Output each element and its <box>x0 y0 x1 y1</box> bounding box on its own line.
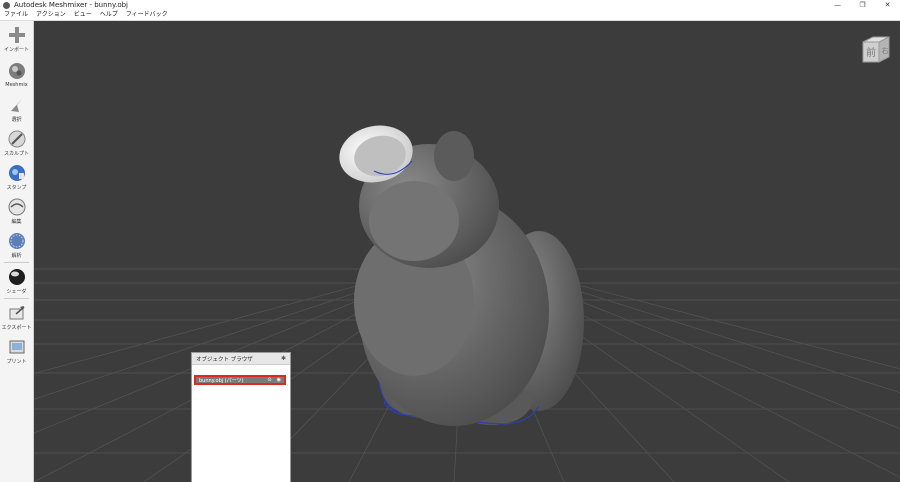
menu-help[interactable]: ヘルプ <box>96 10 122 20</box>
tool-select[interactable]: 選択 <box>0 93 33 127</box>
close-icon[interactable]: ✱ <box>281 355 286 362</box>
menu-bar: ファイル アクション ビュー ヘルプ フィードバック <box>0 10 900 21</box>
object-browser-title: オブジェクト ブラウザ <box>196 356 253 363</box>
tool-print-label: プリント <box>6 359 27 365</box>
left-toolbar: インポート Meshmix 選択 スカルプト スタンプ 編集 解析 シェーダ エ… <box>0 21 34 482</box>
view-cube-front-label: 前 <box>866 46 876 59</box>
object-list-item-bunny[interactable]: bunny.obj (パーツ) ⊙ ◉ <box>194 375 286 385</box>
analysis-icon <box>8 233 25 249</box>
tool-export[interactable]: エクスポート <box>0 301 33 335</box>
app-icon <box>3 1 10 9</box>
object-row-icons: ⊙ ◉ <box>267 377 281 383</box>
tool-stamp[interactable]: スタンプ <box>0 161 33 195</box>
plus-icon <box>8 27 25 43</box>
menu-view[interactable]: ビュー <box>70 10 96 20</box>
tool-sculpt-label: スカルプト <box>3 151 29 157</box>
meshmixer-app: Autodesk Meshmixer - bunny.obj — ❐ ✕ ファイ… <box>0 0 900 482</box>
view-cube[interactable]: 前 右 <box>861 34 891 64</box>
edit-icon <box>8 198 25 216</box>
export-icon <box>9 306 24 320</box>
tool-import-label: インポート <box>3 47 29 53</box>
minimize-icon: — <box>834 1 841 9</box>
tool-edit[interactable]: 編集 <box>0 195 33 229</box>
tool-shader[interactable]: シェーダ <box>0 265 33 299</box>
window-title: Autodesk Meshmixer - bunny.obj <box>14 1 129 9</box>
tool-analysis-label: 解析 <box>11 253 22 259</box>
tool-meshmix-label: Meshmix <box>5 82 28 88</box>
tool-export-label: エクスポート <box>1 325 32 331</box>
bunny-mesh <box>339 125 584 426</box>
tool-meshmix[interactable]: Meshmix <box>0 59 33 93</box>
scene-canvas <box>34 125 900 482</box>
tool-print[interactable]: プリント <box>0 335 33 369</box>
object-name: bunny.obj (パーツ) <box>199 377 244 384</box>
restore-icon: ❐ <box>859 1 866 9</box>
tool-stamp-label: スタンプ <box>6 185 27 191</box>
window-controls: — ❐ ✕ <box>825 0 900 10</box>
tool-analysis[interactable]: 解析 <box>0 229 33 263</box>
restore-button[interactable]: ❐ <box>850 0 875 10</box>
object-browser-header: オブジェクト ブラウザ ✱ <box>192 353 290 365</box>
tool-sculpt[interactable]: スカルプト <box>0 127 33 161</box>
toolbar-divider <box>4 298 29 299</box>
lock-icon[interactable]: ⊙ <box>267 377 271 383</box>
menu-file[interactable]: ファイル <box>0 10 32 20</box>
print-icon <box>9 340 24 354</box>
shader-sphere-icon <box>8 269 25 285</box>
minimize-button[interactable]: — <box>825 0 850 10</box>
object-browser-row-placeholder <box>192 365 290 375</box>
meshmix-icon <box>8 63 25 79</box>
view-cube-icon: 前 右 <box>862 36 890 63</box>
tool-import[interactable]: インポート <box>0 23 33 57</box>
close-icon: ✕ <box>884 1 891 9</box>
object-browser-panel: オブジェクト ブラウザ ✱ bunny.obj (パーツ) ⊙ ◉ <box>191 352 291 482</box>
visibility-eye-icon[interactable]: ◉ <box>277 377 281 383</box>
title-bar: Autodesk Meshmixer - bunny.obj — ❐ ✕ <box>0 0 900 10</box>
3d-viewport[interactable]: 前 右 オブジェクト ブラウザ ✱ bunny.obj (パーツ) ⊙ ◉ <box>34 21 900 482</box>
tool-select-label: 選択 <box>11 117 22 123</box>
tool-edit-label: 編集 <box>11 219 22 225</box>
tool-shader-label: シェーダ <box>6 289 27 295</box>
stamp-icon <box>8 165 25 181</box>
toolbar-divider <box>4 262 29 263</box>
close-button[interactable]: ✕ <box>875 0 900 10</box>
select-arrow-icon <box>10 98 23 112</box>
sculpt-brush-icon <box>8 130 25 148</box>
menu-feedback[interactable]: フィードバック <box>122 10 172 20</box>
menu-action[interactable]: アクション <box>32 10 70 20</box>
view-cube-right-label: 右 <box>882 46 889 55</box>
